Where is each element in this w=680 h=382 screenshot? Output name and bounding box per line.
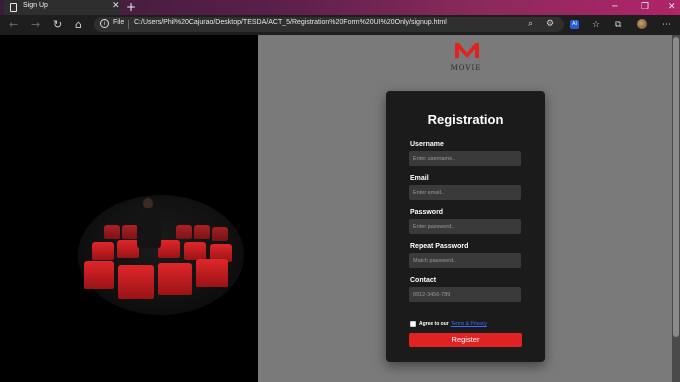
address-separator [128, 20, 129, 29]
address-bar[interactable]: i File C:/Users/Phil%20Cajurao/Desktop/T… [94, 17, 564, 32]
maximize-icon[interactable]: ❐ [641, 1, 649, 13]
close-icon[interactable]: ✕ [112, 1, 120, 12]
terms-checkbox[interactable] [410, 321, 416, 327]
page-scrollbar[interactable] [672, 35, 680, 382]
page-content: MOVIE Registration Username Email Passwo… [0, 35, 680, 382]
cinema-seat [118, 265, 154, 299]
address-url[interactable]: C:/Users/Phil%20Cajurao/Desktop/TESDA/AC… [134, 19, 447, 26]
forward-icon[interactable]: → [31, 18, 40, 32]
read-aloud-icon[interactable]: ⚙ [546, 19, 554, 29]
cinema-seat [184, 242, 206, 260]
zoom-icon[interactable]: ⌕ [528, 19, 533, 29]
repeat-password-label: Repeat Password [410, 243, 469, 250]
username-input[interactable] [409, 151, 521, 166]
address-scheme-label: File [113, 19, 125, 26]
close-window-icon[interactable]: ✕ [668, 1, 676, 13]
hero-image [0, 35, 258, 382]
minimize-icon[interactable]: ─ [612, 1, 617, 13]
agree-text: Agree to our [419, 321, 449, 327]
browser-tab[interactable]: Sign Up ✕ [4, 0, 120, 15]
cinema-seat [194, 225, 210, 239]
password-input[interactable] [409, 219, 521, 234]
browser-toolbar: ← → ↻ ⌂ i File C:/Users/Phil%20Cajurao/D… [0, 15, 680, 35]
collections-icon[interactable]: ⧉ [615, 20, 621, 30]
home-icon[interactable]: ⌂ [75, 18, 82, 32]
cinema-seat [158, 263, 192, 295]
back-icon[interactable]: ← [9, 18, 18, 32]
profile-avatar[interactable] [637, 19, 647, 29]
person-body [137, 208, 161, 248]
terms-row: Agree to our Terms & Privacy [410, 319, 487, 329]
contact-label: Contact [410, 277, 437, 284]
email-label: Email [410, 175, 429, 182]
cinema-seat [84, 261, 114, 289]
more-icon[interactable]: ⋯ [662, 20, 671, 30]
register-button[interactable]: Register [409, 333, 522, 347]
brand-name: MOVIE [450, 64, 482, 72]
cinema-seat [212, 227, 228, 241]
terms-link[interactable]: Terms & Privacy [451, 321, 487, 327]
page-icon [10, 3, 17, 12]
cinema-seat [104, 225, 120, 239]
cinema-seat [176, 225, 192, 239]
password-label: Password [410, 209, 444, 216]
email-input[interactable] [409, 185, 521, 200]
cinema-seat [92, 242, 114, 260]
info-icon[interactable]: i [100, 19, 109, 28]
username-label: Username [410, 141, 444, 148]
tab-title: Sign Up [23, 2, 48, 9]
browser-title-bar: Sign Up ✕ + ─ ❐ ✕ [0, 0, 680, 15]
person-figure [134, 198, 164, 258]
refresh-icon[interactable]: ↻ [53, 18, 62, 32]
form-title: Registration [427, 112, 504, 127]
new-tab-icon[interactable]: + [126, 0, 136, 14]
registration-card: Registration Username Email Password Rep… [386, 91, 545, 362]
movie-logo-icon [455, 43, 479, 58]
contact-input[interactable] [409, 287, 521, 302]
repeat-password-input[interactable] [409, 253, 521, 268]
scrollbar-thumb[interactable] [673, 37, 679, 337]
extension-icon[interactable]: AI [570, 20, 579, 29]
favorites-icon[interactable]: ☆ [592, 20, 600, 30]
cinema-seat [196, 259, 228, 287]
